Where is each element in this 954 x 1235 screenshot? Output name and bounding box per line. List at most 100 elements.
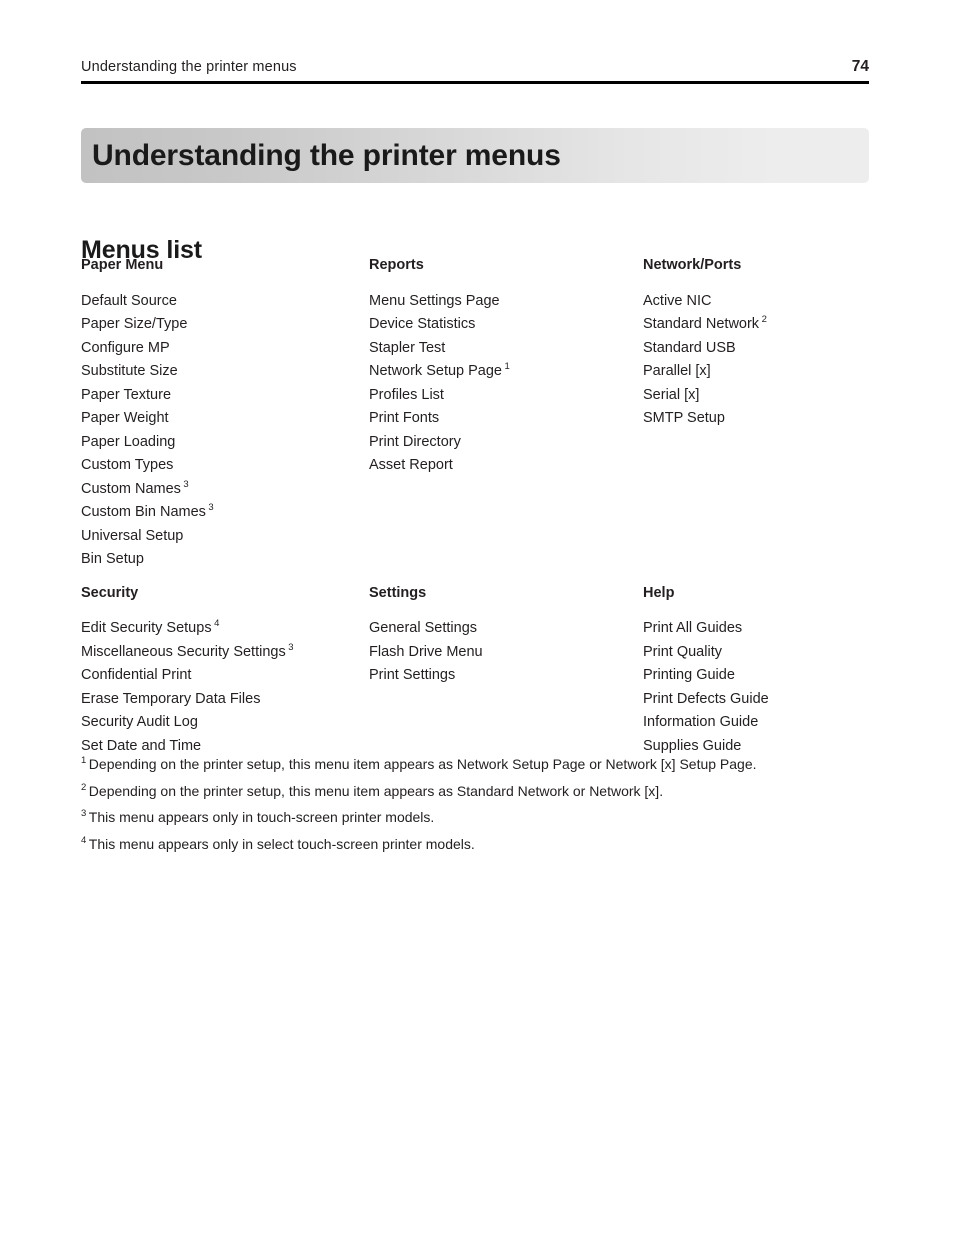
menu-list-item-label: Miscellaneous Security Settings	[81, 643, 286, 660]
menu-list-item: SMTP Setup	[643, 407, 881, 431]
menu-item-list: General Settings Flash Drive Menu Print Se…	[369, 617, 643, 688]
page-number: 74	[851, 58, 869, 75]
menu-list-item-label: Security Audit Log	[81, 714, 198, 730]
menu-row-bottom: Security Edit Security Setups 4 Miscellane…	[81, 584, 881, 759]
footnote-marker: 2	[81, 781, 87, 793]
footnote-marker: 3	[81, 808, 87, 820]
menu-list-item: Information Guide	[643, 711, 881, 735]
menu-list-item-label: Paper Size/Type	[81, 316, 188, 332]
menu-list-item: Universal Setup	[81, 525, 369, 549]
menu-list-item-label: Confidential Print	[81, 667, 192, 683]
menu-list-item: Print All Guides	[643, 617, 881, 641]
menu-list-item-label: Information Guide	[643, 714, 759, 730]
menu-list-item: Print Fonts	[369, 407, 643, 431]
menu-list-item: Network Setup Page 1	[369, 360, 643, 384]
menu-list-item-label: Default Source	[81, 292, 177, 309]
menus-list-grid: Paper Menu Default Source Paper Size/Type…	[81, 258, 881, 758]
menu-list-item-label: Print Fonts	[369, 410, 440, 426]
running-header-title: Understanding the printer menus	[81, 59, 297, 75]
menu-list-item-label: Parallel [x]	[643, 363, 711, 379]
menu-list-item: General Settings	[369, 617, 643, 641]
footnote: 1 Depending on the printer setup, this me…	[81, 756, 881, 772]
footnote-reference-marker: 3	[288, 641, 294, 653]
menu-list-item: Edit Security Setups 4	[81, 617, 369, 641]
menu-column-security: Security Edit Security Setups 4 Miscellane…	[81, 584, 369, 759]
menu-list-item-label: Asset Report	[369, 457, 453, 473]
menu-list-item-label: Print Quality	[643, 643, 722, 660]
menu-list-item-label: Custom Types	[81, 457, 174, 473]
menu-list-item: Custom Names 3	[81, 478, 369, 502]
footnote-reference-marker: 3	[208, 502, 214, 514]
menu-list-item-label: Paper Weight	[81, 410, 169, 426]
menu-list-item: Standard USB	[643, 337, 881, 361]
menu-column-paper-menu: Paper Menu Default Source Paper Size/Type…	[81, 258, 369, 572]
footnote-reference-marker: 3	[183, 478, 189, 490]
menu-list-item-label: Paper Texture	[81, 386, 172, 403]
footnote-marker: 4	[81, 834, 87, 846]
menu-list-item-label: Menu Settings Page	[369, 292, 500, 309]
menu-row-top: Paper Menu Default Source Paper Size/Type…	[81, 258, 881, 572]
footnote-text: Depending on the printer setup, this men…	[88, 782, 664, 799]
menu-list-item-label: Print Directory	[369, 433, 461, 450]
menu-list-item: Confidential Print	[81, 664, 369, 688]
chapter-title: Understanding the printer menus	[92, 138, 561, 172]
menu-list-item-label: Stapler Test	[369, 339, 446, 356]
menu-list-item: Print Directory	[369, 431, 643, 455]
menu-list-item: Security Audit Log	[81, 711, 369, 735]
menu-list-item: Paper Size/Type	[81, 313, 369, 337]
menu-list-item: Erase Temporary Data Files	[81, 688, 369, 712]
menu-list-item: Standard Network 2	[643, 313, 881, 337]
menu-item-list: Print All Guides Print Quality Printing Gu…	[643, 617, 881, 758]
menu-list-item-label: SMTP Setup	[643, 410, 725, 426]
menu-list-item-label: Bin Setup	[81, 551, 144, 567]
menu-list-item-label: Serial [x]	[643, 386, 700, 403]
footnotes-block: 1 Depending on the printer setup, this me…	[81, 756, 881, 863]
footnote-reference-marker: 4	[214, 618, 220, 630]
menu-column-help: Help Print All Guides Print Quality Printi…	[643, 585, 881, 759]
menu-list-item-label: Print Defects Guide	[643, 690, 769, 707]
menu-list-item-label: Device Statistics	[369, 316, 476, 332]
menu-list-item: Paper Texture	[81, 384, 369, 408]
footnote-reference-marker: 1	[504, 361, 510, 373]
menu-list-item-label: Print Settings	[369, 667, 456, 683]
menu-list-item-label: General Settings	[369, 620, 478, 636]
menu-item-list: Active NIC Standard Network 2 Standard USB P…	[643, 290, 881, 431]
chapter-title-band: Understanding the printer menus	[81, 128, 869, 183]
menu-list-item: Paper Loading	[81, 431, 369, 455]
menu-list-item: Supplies Guide	[643, 735, 881, 759]
menu-list-item-label: Erase Temporary Data Files	[81, 690, 261, 707]
menu-list-item-label: Standard USB	[643, 339, 736, 356]
menu-list-item: Miscellaneous Security Settings 3	[81, 641, 369, 665]
footnote-text: Depending on the printer setup, this men…	[88, 756, 757, 772]
footnote: 2 Depending on the printer setup, this me…	[81, 781, 881, 799]
menu-column-reports: Reports Menu Settings Page Device Statist…	[369, 258, 643, 572]
footnote: 4 This menu appears only in select touch-…	[81, 834, 881, 852]
menu-list-item: Set Date and Time	[81, 735, 369, 759]
menu-list-item: Configure MP	[81, 337, 369, 361]
menu-list-item: Parallel [x]	[643, 360, 881, 384]
menu-list-item: Printing Guide	[643, 664, 881, 688]
page-running-header: Understanding the printer menus 74	[81, 58, 869, 76]
footnote: 3 This menu appears only in touch-screen …	[81, 808, 881, 825]
menu-column-title: Paper Menu	[81, 257, 164, 273]
menu-list-item-label: Network Setup Page	[369, 363, 502, 379]
footnote-text: This menu appears only in touch-screen p…	[88, 809, 435, 825]
menu-list-item: Print Defects Guide	[643, 688, 881, 712]
footnote-reference-marker: 2	[761, 314, 767, 326]
footnote-text: This menu appears only in select touch-s…	[88, 835, 475, 852]
menu-item-list: Default Source Paper Size/Type Configure M…	[81, 290, 369, 572]
menu-list-item-label: Paper Loading	[81, 433, 176, 450]
menu-list-item-label: Supplies Guide	[643, 737, 742, 754]
menu-list-item: Print Settings	[369, 664, 643, 688]
menu-list-item-label: Edit Security Setups	[81, 620, 212, 636]
menu-list-item-label: Active NIC	[643, 292, 712, 309]
menu-list-item-label: Flash Drive Menu	[369, 643, 483, 660]
menu-list-item-label: Standard Network	[643, 316, 760, 332]
menu-list-item: Default Source	[81, 290, 369, 314]
menu-list-item: Device Statistics	[369, 313, 643, 337]
menu-list-item-label: Printing Guide	[643, 667, 735, 683]
menu-column-title: Security	[81, 584, 139, 601]
menu-list-item: Menu Settings Page	[369, 290, 643, 314]
menu-column-network-ports: Network/Ports Active NIC Standard Network…	[643, 258, 881, 572]
menu-list-item-label: Custom Bin Names	[81, 504, 206, 520]
